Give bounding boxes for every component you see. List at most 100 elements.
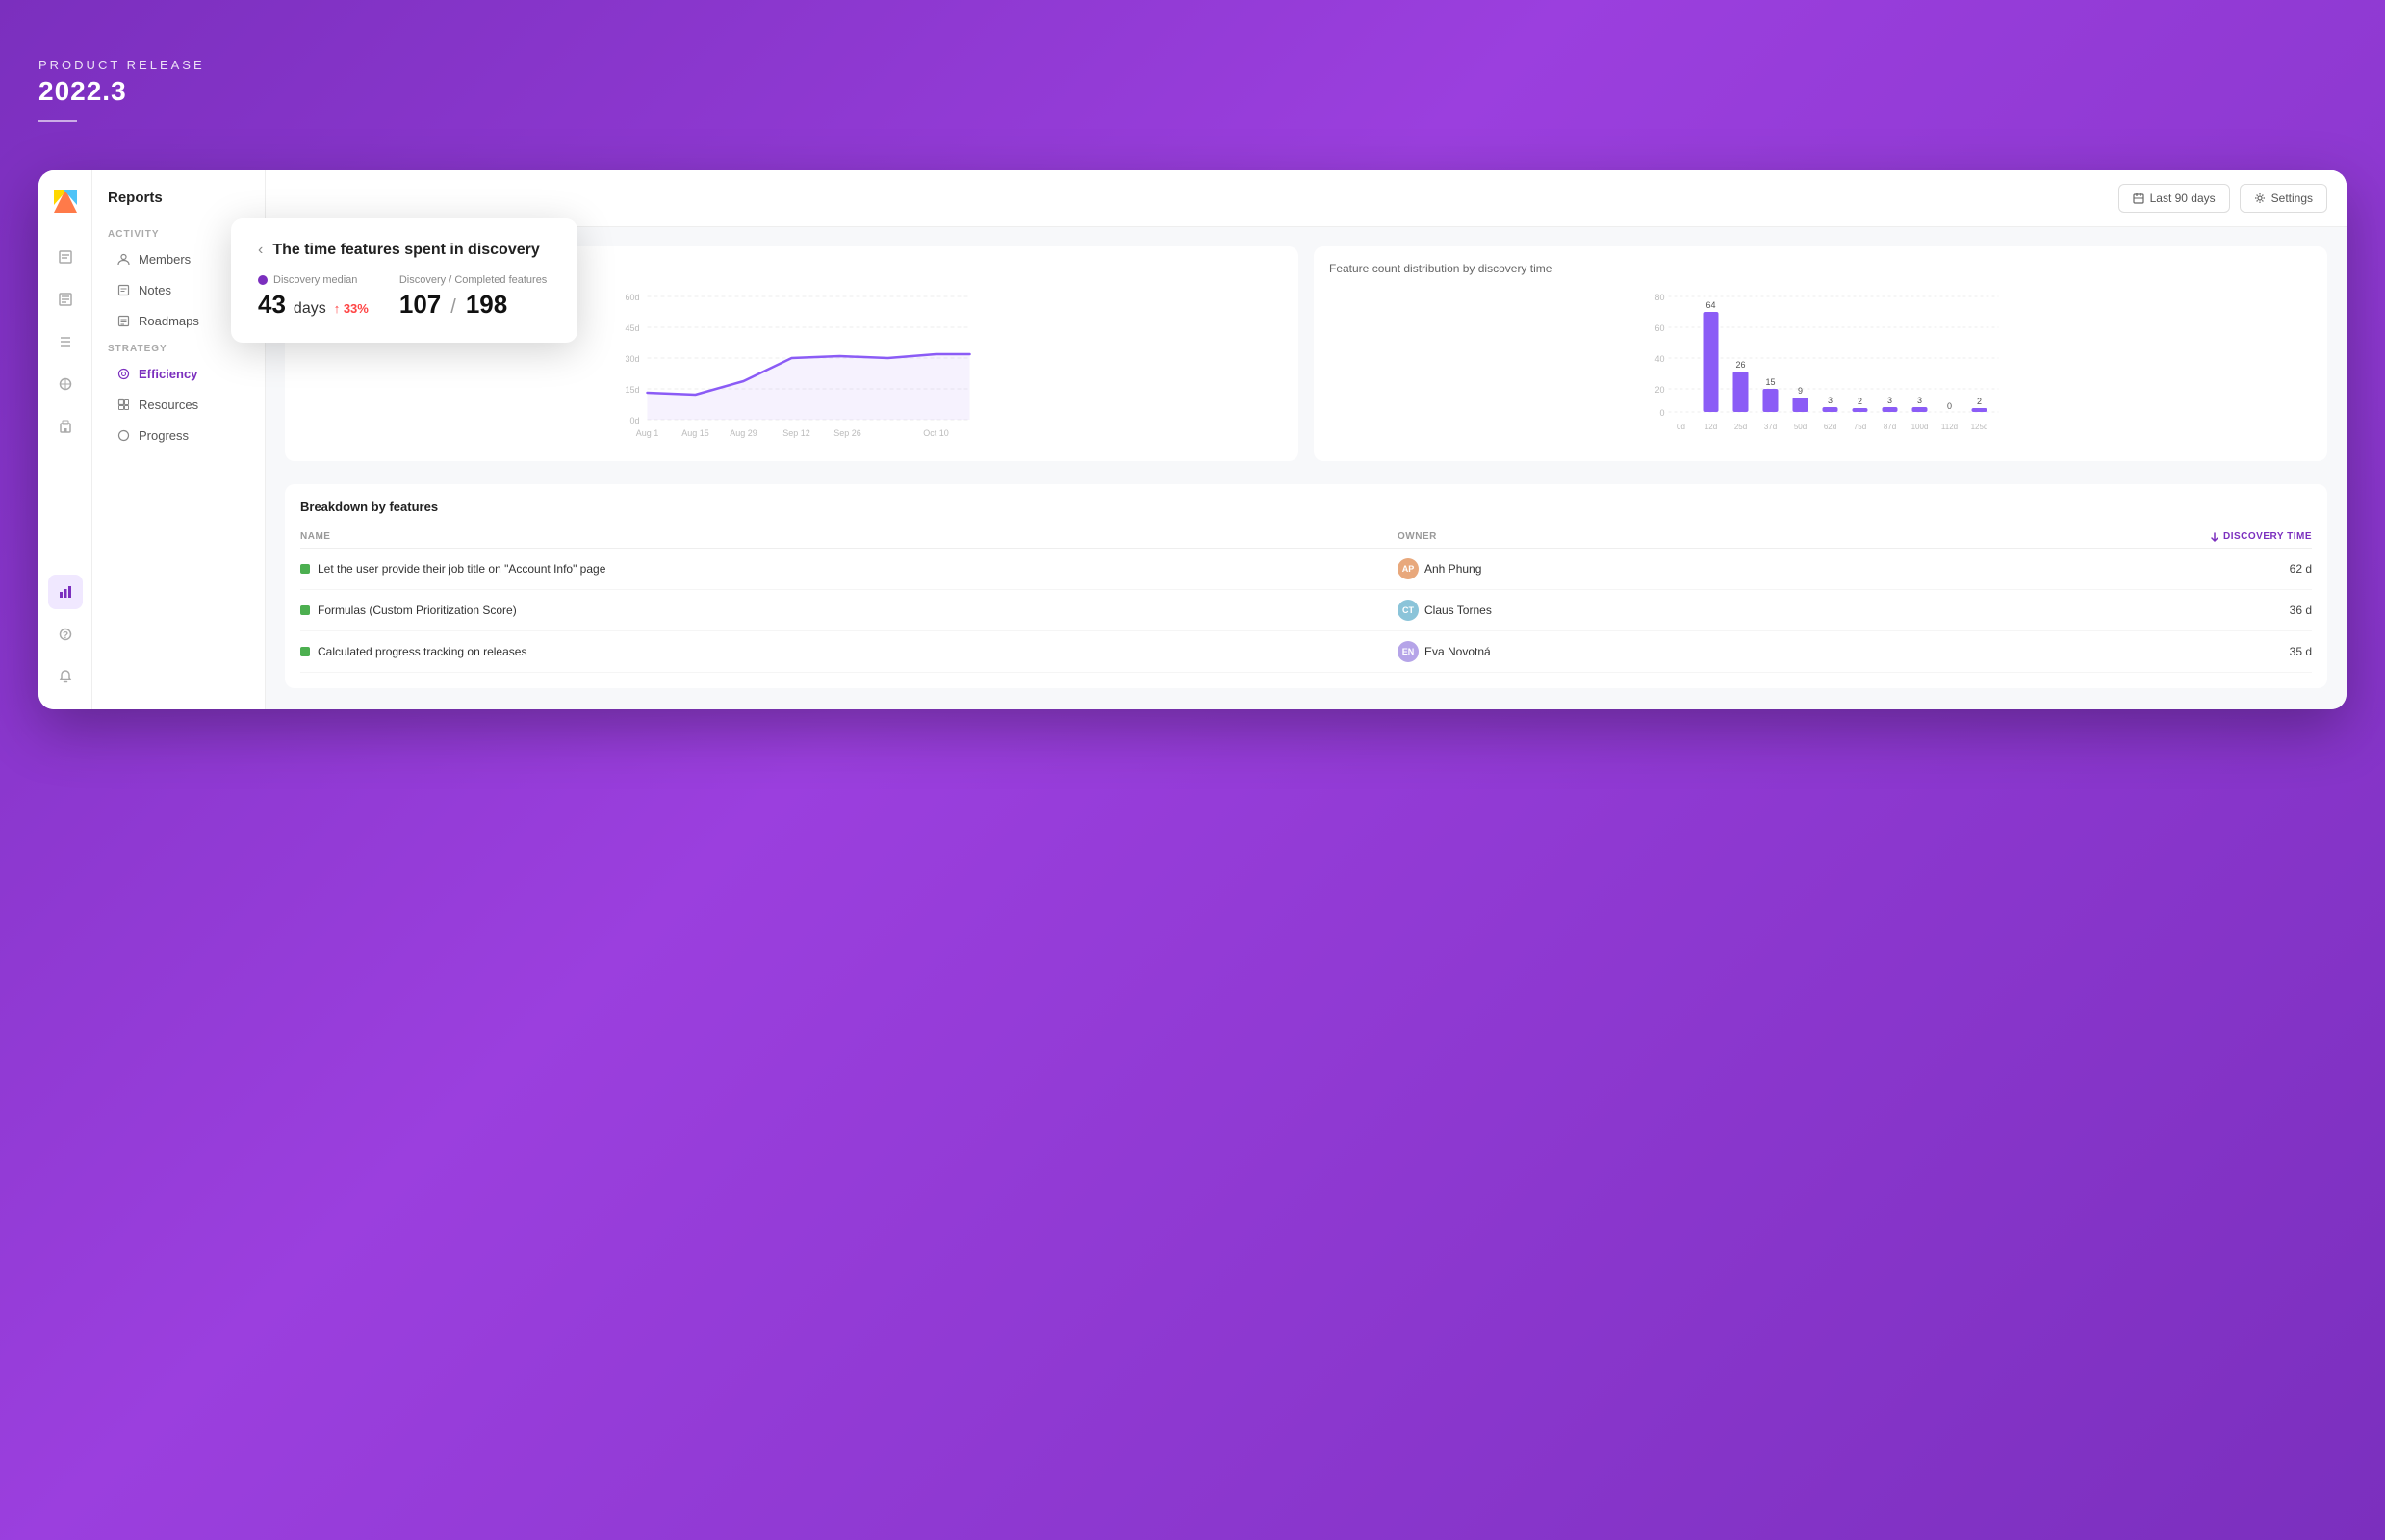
table-row: Formulas (Custom Prioritization Score) C… <box>300 590 2312 631</box>
stat-trend: ↑ 33% <box>334 301 369 316</box>
svg-text:0: 0 <box>1947 401 1952 411</box>
svg-text:87d: 87d <box>1884 423 1896 431</box>
svg-text:Sep 26: Sep 26 <box>833 428 861 438</box>
resources-icon <box>115 397 131 412</box>
col-header-discovery: DISCOVERY TIME <box>1946 531 2312 542</box>
notes-icon <box>115 282 131 297</box>
col-header-name: NAME <box>300 531 1398 542</box>
svg-text:0d: 0d <box>629 416 639 425</box>
table-title: Breakdown by features <box>300 500 2312 514</box>
svg-text:9: 9 <box>1798 386 1803 396</box>
svg-text:75d: 75d <box>1854 423 1866 431</box>
discovery-dot-icon <box>258 275 268 285</box>
nav-item-resources[interactable]: Resources <box>100 389 257 420</box>
table-row: Let the user provide their job title on … <box>300 549 2312 590</box>
svg-text:60d: 60d <box>625 293 639 302</box>
notes-nav-icon[interactable] <box>48 282 83 317</box>
explore-nav-icon[interactable] <box>48 367 83 401</box>
app-container: ? Reports ACTIVITY Members Notes <box>38 170 2347 709</box>
main-header: Last 90 days Settings <box>266 170 2347 227</box>
svg-text:2: 2 <box>1858 397 1862 406</box>
svg-text:80: 80 <box>1654 293 1664 302</box>
help-nav-icon[interactable]: ? <box>48 617 83 652</box>
settings-label: Settings <box>2271 192 2313 205</box>
feature-dot-1 <box>300 564 310 574</box>
svg-text:3: 3 <box>1917 396 1922 405</box>
nav-item-progress[interactable]: Progress <box>100 420 257 450</box>
svg-text:45d: 45d <box>625 323 639 333</box>
svg-text:26: 26 <box>1735 360 1745 370</box>
calendar-icon <box>2133 192 2144 204</box>
stat-label-median: Discovery median <box>258 274 369 286</box>
table-header: NAME OWNER DISCOVERY TIME <box>300 526 2312 549</box>
discovery-time-3: 35 d <box>1946 645 2312 658</box>
building-nav-icon[interactable] <box>48 409 83 444</box>
list-nav-icon[interactable] <box>48 324 83 359</box>
svg-text:125d: 125d <box>1971 423 1988 431</box>
feature-name-1: Let the user provide their job title on … <box>300 562 1398 576</box>
owner-cell-3: EN Eva Novotná <box>1398 641 1946 662</box>
settings-button[interactable]: Settings <box>2240 184 2327 213</box>
reports-active-icon[interactable] <box>48 575 83 609</box>
members-label: Members <box>139 252 191 267</box>
popup-title-row: ‹ The time features spent in discovery <box>258 242 551 259</box>
avatar-1: AP <box>1398 558 1419 579</box>
popup-card: ‹ The time features spent in discovery D… <box>231 218 577 343</box>
svg-text:50d: 50d <box>1794 423 1807 431</box>
charts-row: Discovery median over time 60d 45d 30d 1… <box>285 246 2327 461</box>
resources-label: Resources <box>139 398 198 412</box>
efficiency-icon <box>115 366 131 381</box>
svg-text:Sep 12: Sep 12 <box>782 428 810 438</box>
stat-value-completed: 107 / 198 <box>399 290 547 320</box>
main-body: Discovery median over time 60d 45d 30d 1… <box>266 227 2347 707</box>
svg-text:20: 20 <box>1654 385 1664 395</box>
sort-down-icon <box>2210 532 2219 542</box>
svg-text:3: 3 <box>1887 396 1892 405</box>
page-header: PRODUCT RELEASE 2022.3 <box>38 38 2347 141</box>
back-arrow[interactable]: ‹ <box>258 242 263 259</box>
svg-text:0: 0 <box>1659 408 1664 418</box>
icon-rail: ? <box>38 170 92 709</box>
discovery-time-1: 62 d <box>1946 562 2312 576</box>
bar-chart-title: Feature count distribution by discovery … <box>1329 262 2312 275</box>
main-content: Last 90 days Settings Discovery median o… <box>266 170 2347 709</box>
svg-text:64: 64 <box>1705 300 1715 310</box>
header-underline <box>38 120 77 122</box>
svg-text:40: 40 <box>1654 354 1664 364</box>
svg-text:25d: 25d <box>1734 423 1747 431</box>
bottom-icons: ? <box>48 575 83 694</box>
svg-text:62d: 62d <box>1824 423 1836 431</box>
svg-text:0d: 0d <box>1677 423 1685 431</box>
book-nav-icon[interactable] <box>48 240 83 274</box>
avatar-3: EN <box>1398 641 1419 662</box>
svg-text:112d: 112d <box>1941 423 1958 431</box>
progress-label: Progress <box>139 428 189 443</box>
bar-chart-svg: 80 60 40 20 0 <box>1329 287 2312 441</box>
feature-name-3: Calculated progress tracking on releases <box>300 645 1398 658</box>
notes-label: Notes <box>139 283 171 297</box>
feature-name-2: Formulas (Custom Prioritization Score) <box>300 603 1398 617</box>
settings-icon <box>2254 192 2266 204</box>
date-range-button[interactable]: Last 90 days <box>2118 184 2230 213</box>
table-card: Breakdown by features NAME OWNER DISCOVE… <box>285 484 2327 688</box>
svg-text:15d: 15d <box>625 385 639 395</box>
svg-text:Aug 15: Aug 15 <box>681 428 709 438</box>
stat-label-completed: Discovery / Completed features <box>399 274 547 286</box>
svg-text:100d: 100d <box>1911 423 1929 431</box>
progress-icon <box>115 427 131 443</box>
avatar-2: CT <box>1398 600 1419 621</box>
roadmaps-icon <box>115 313 131 328</box>
members-icon <box>115 251 131 267</box>
table-row: Calculated progress tracking on releases… <box>300 631 2312 673</box>
svg-text:3: 3 <box>1828 396 1833 405</box>
app-logo[interactable] <box>50 186 81 217</box>
feature-dot-2 <box>300 605 310 615</box>
stat-group-median: Discovery median 43 days ↑ 33% <box>258 274 369 320</box>
owner-cell-2: CT Claus Tornes <box>1398 600 1946 621</box>
popup-title: The time features spent in discovery <box>272 242 539 259</box>
date-range-label: Last 90 days <box>2150 192 2216 205</box>
discovery-time-2: 36 d <box>1946 603 2312 617</box>
svg-text:60: 60 <box>1654 323 1664 333</box>
bell-nav-icon[interactable] <box>48 659 83 694</box>
nav-item-efficiency[interactable]: Efficiency <box>100 358 257 389</box>
